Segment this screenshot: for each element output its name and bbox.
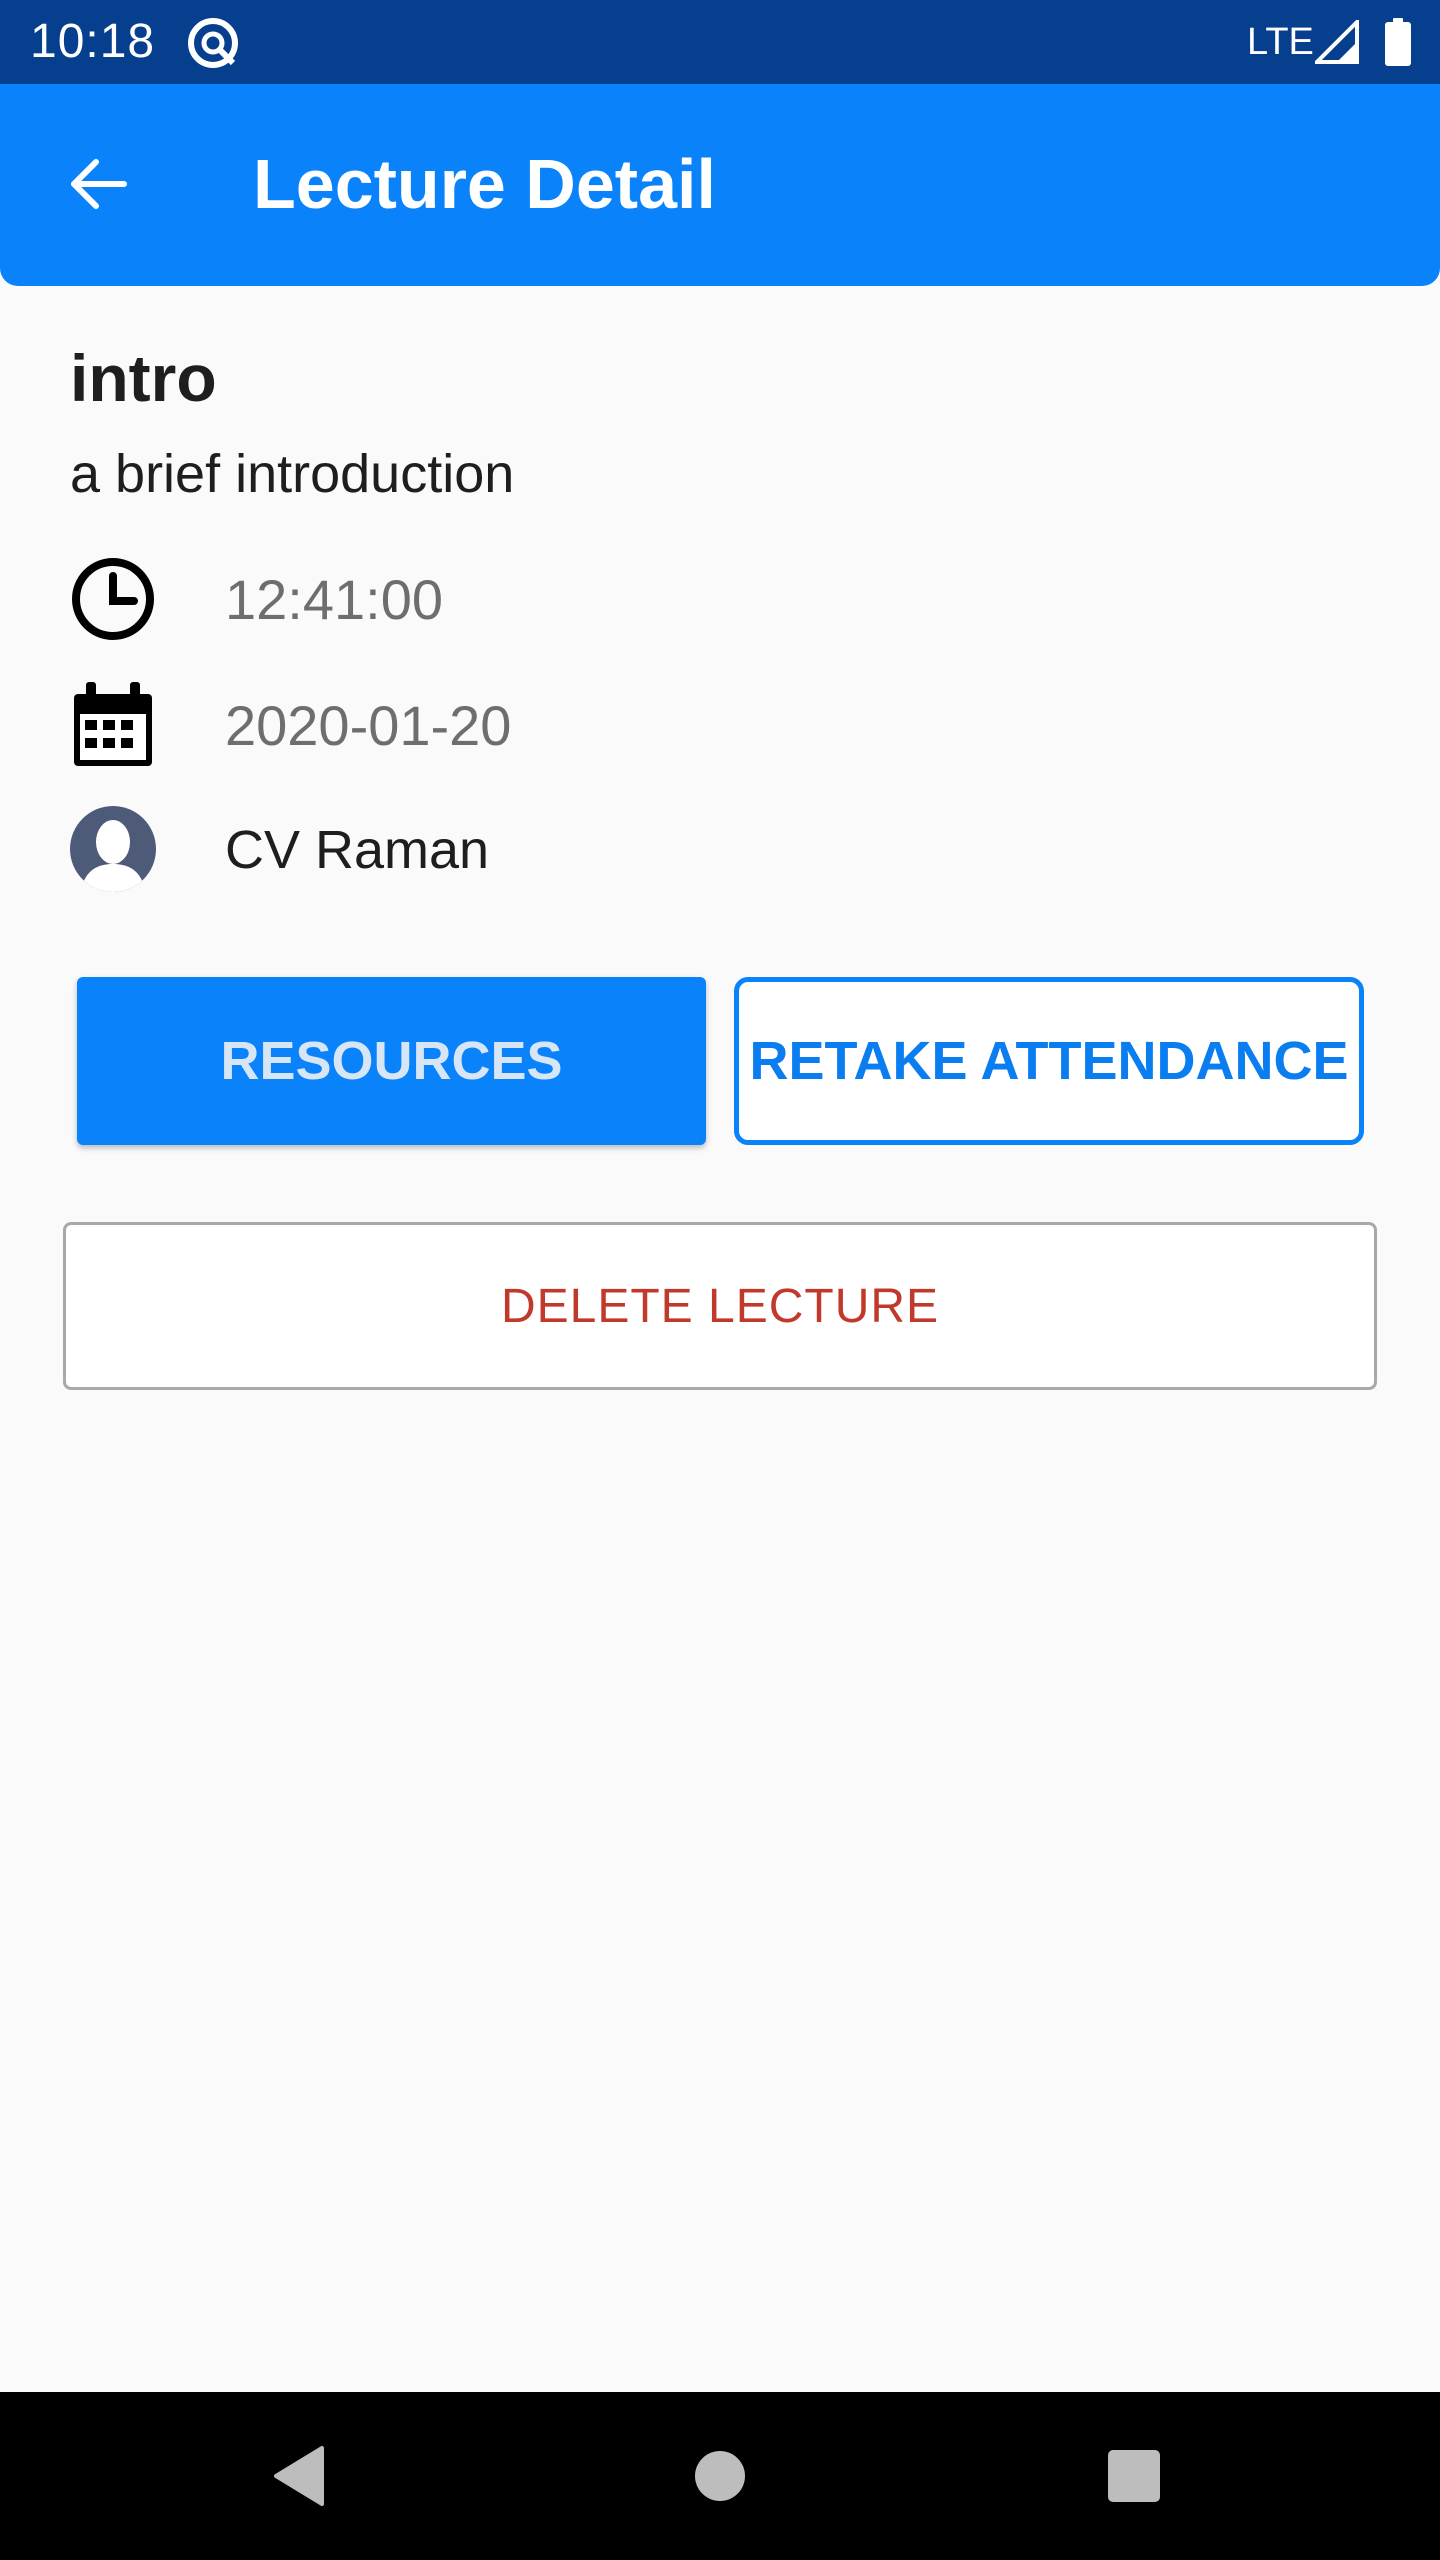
page-title: Lecture Detail [253,145,716,223]
lecture-title: intro [70,341,217,415]
lecture-description: a brief introduction [70,444,515,504]
square-recents-icon [1108,2450,1160,2502]
back-button[interactable] [48,134,148,234]
calendar-icon [74,682,152,766]
nav-back-button[interactable] [258,2434,342,2518]
lecture-date: 2020-01-20 [225,694,512,757]
signal-icon [1315,20,1359,64]
network-type-label: LTE [1247,21,1314,63]
circle-home-icon [695,2451,745,2501]
avatar-icon [70,806,156,892]
resources-button[interactable]: RESOURCES [77,977,706,1145]
delete-lecture-button[interactable]: DELETE LECTURE [63,1222,1377,1390]
status-time: 10:18 [30,15,156,68]
arrow-back-icon [71,159,127,209]
lecture-time-row: 12:41:00 [70,556,970,646]
nav-recents-button[interactable] [1092,2434,1176,2518]
triangle-back-icon [274,2446,324,2506]
system-nav-bar [0,2392,1440,2560]
lecture-date-row: 2020-01-20 [70,682,970,772]
nav-home-button[interactable] [678,2434,762,2518]
clock-icon [72,558,154,640]
lecturer-row: CV Raman [70,806,970,896]
lecturer-name: CV Raman [225,820,490,880]
app-bar: Lecture Detail [0,84,1440,286]
battery-icon [1385,18,1411,66]
lecture-time: 12:41:00 [225,568,443,631]
app-notification-icon [188,18,238,68]
retake-attendance-button[interactable]: RETAKE ATTENDANCE [734,977,1364,1145]
status-bar: 10:18 LTE [0,0,1440,84]
